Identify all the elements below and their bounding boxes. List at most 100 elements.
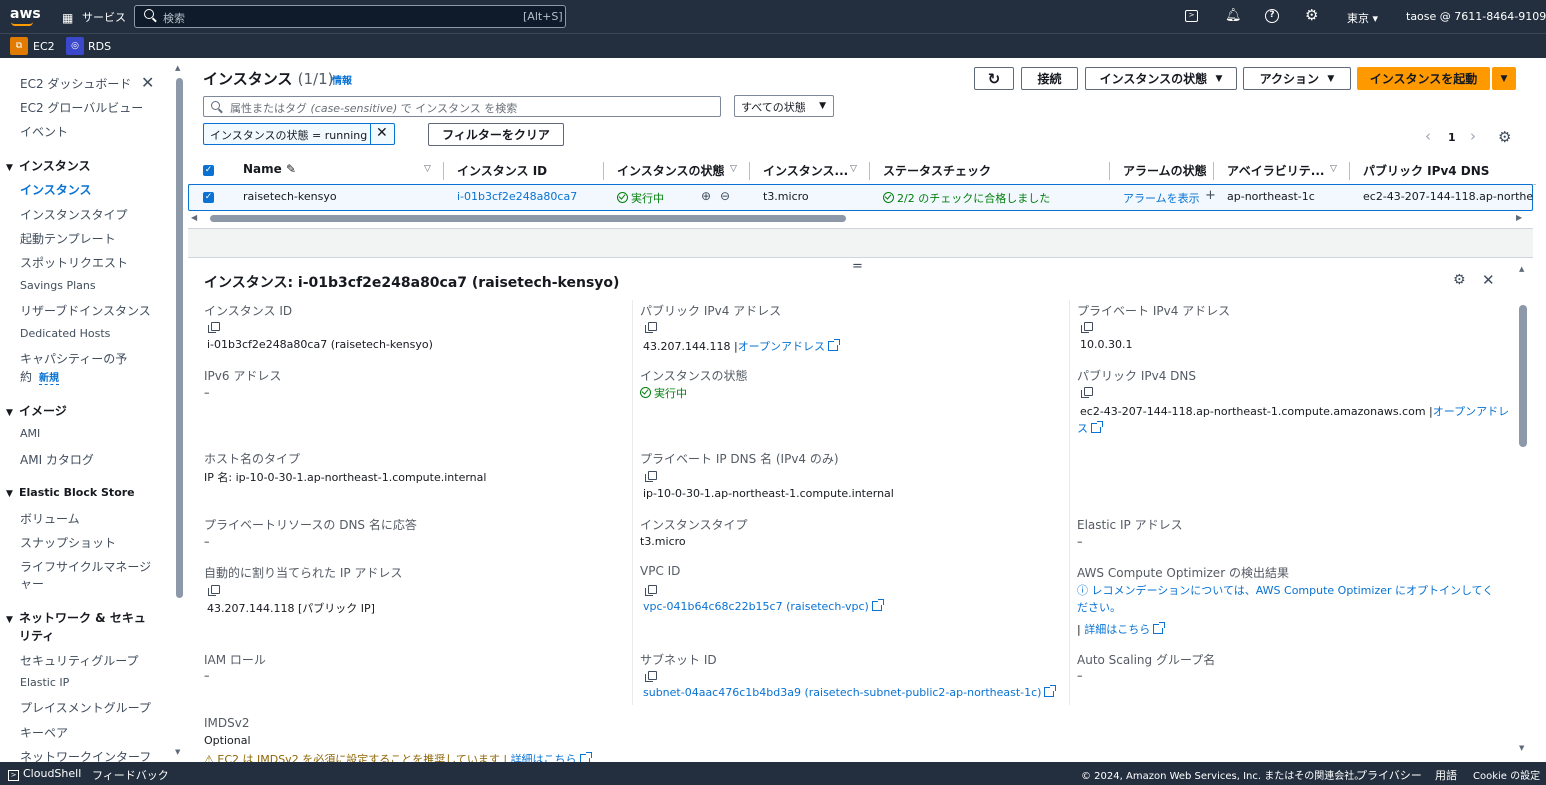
privacy-link[interactable]: プライバシー: [1356, 767, 1422, 783]
sidebar-item-global-view[interactable]: EC2 グローバルビュー: [20, 99, 143, 116]
col-instance-state[interactable]: インスタンスの状態: [617, 162, 725, 179]
sidebar-item-instances[interactable]: インスタンス: [20, 181, 92, 198]
optimizer-learn-more-link[interactable]: 詳細はこちら: [1084, 623, 1150, 636]
sidebar-item-ami[interactable]: AMI: [20, 427, 40, 440]
table-row[interactable]: [188, 184, 1533, 211]
sidebar-scrollbar-thumb[interactable]: [176, 78, 183, 598]
scroll-right-icon[interactable]: ▶: [1516, 213, 1522, 222]
refresh-button[interactable]: ↻: [974, 67, 1014, 90]
sidebar-item-spot-requests[interactable]: スポットリクエスト: [20, 254, 128, 271]
filter-search-input[interactable]: 属性またはタグ (case-sensitive) で インスタンス を検索: [203, 96, 721, 117]
sidebar-section-ebs[interactable]: ▼ Elastic Block Store: [6, 486, 135, 499]
search-input[interactable]: 検索 [Alt+S]: [134, 5, 566, 28]
sidebar-item-dedicated-hosts[interactable]: Dedicated Hosts: [20, 327, 110, 340]
col-instance-id[interactable]: インスタンス ID: [457, 162, 547, 179]
aws-logo[interactable]: aws: [10, 6, 41, 22]
col-divider[interactable]: [749, 162, 750, 180]
sidebar-item-capacity-reservations[interactable]: キャパシティーの予: [20, 350, 127, 367]
open-address-link[interactable]: オープンアドレス: [738, 340, 825, 353]
sidebar-section-network[interactable]: ▼ ネットワーク & セキュ: [6, 609, 146, 626]
sidebar-item-launch-templates[interactable]: 起動テンプレート: [20, 230, 116, 247]
info-link[interactable]: 情報: [332, 72, 352, 87]
sort-icon[interactable]: ▽: [1330, 164, 1337, 174]
col-status-check[interactable]: ステータスチェック: [883, 162, 991, 179]
view-alarms-link[interactable]: アラームを表示: [1123, 190, 1200, 206]
sidebar-item-security-groups[interactable]: セキュリティグループ: [20, 652, 139, 669]
sidebar-section-instances[interactable]: ▼ インスタンス: [6, 157, 91, 174]
cloudshell-icon[interactable]: >: [1185, 10, 1198, 22]
sidebar-item-ami-catalog[interactable]: AMI カタログ: [20, 451, 94, 468]
row-instance-id-link[interactable]: i-01b3cf2e248a80ca7: [457, 190, 577, 203]
scroll-down-icon[interactable]: ▼: [1519, 744, 1524, 752]
services-menu[interactable]: ▦ サービス: [62, 9, 126, 25]
table-horizontal-scrollbar[interactable]: ◀ ▶: [188, 212, 1533, 227]
feedback-link[interactable]: フィードバック: [92, 767, 169, 783]
col-alarm-state[interactable]: アラームの状態: [1123, 162, 1207, 179]
sidebar-item-savings-plans[interactable]: Savings Plans: [20, 279, 96, 292]
row-checkbox[interactable]: ✓: [203, 192, 214, 203]
sidebar-item-dashboard[interactable]: EC2 ダッシュボード: [20, 75, 131, 92]
cookie-settings-link[interactable]: Cookie の設定: [1473, 767, 1540, 782]
sidebar-scrollbar[interactable]: ▲ ▼: [175, 62, 184, 762]
table-settings-icon[interactable]: ⚙: [1498, 128, 1511, 146]
sidebar-section-network-cont[interactable]: リティ: [19, 627, 54, 644]
account-menu[interactable]: taose @ 7611-8464-9109 ▾: [1406, 10, 1546, 23]
sort-icon[interactable]: ▽: [850, 164, 857, 174]
detail-scrollbar-thumb[interactable]: [1519, 305, 1527, 447]
sidebar-item-placement-groups[interactable]: プレイスメントグループ: [20, 699, 151, 716]
sidebar-item-lifecycle-manager-cont[interactable]: ャー: [20, 575, 44, 592]
page-number[interactable]: 1: [1448, 131, 1456, 144]
copy-icon[interactable]: [645, 671, 657, 682]
scroll-up-icon[interactable]: ▲: [1519, 265, 1524, 273]
subnet-link[interactable]: subnet-04aac476c1b4bd3a9 (raisetech-subn…: [643, 686, 1041, 699]
close-icon[interactable]: ✕: [141, 73, 154, 92]
split-panel-handle[interactable]: =: [852, 259, 863, 274]
state-select[interactable]: すべての状態 ▼: [734, 95, 834, 117]
sidebar-section-images[interactable]: ▼ イメージ: [6, 402, 67, 419]
sidebar-item-lifecycle-manager[interactable]: ライフサイクルマネージ: [20, 558, 151, 575]
next-page-icon[interactable]: ›: [1470, 127, 1476, 145]
col-divider[interactable]: [1109, 162, 1110, 180]
bell-icon[interactable]: 🔔︎: [1225, 8, 1242, 23]
copy-icon[interactable]: [208, 585, 220, 596]
connect-button[interactable]: 接続: [1021, 67, 1078, 90]
scroll-left-icon[interactable]: ◀: [191, 213, 197, 222]
sidebar-item-instance-types[interactable]: インスタンスタイプ: [20, 206, 128, 223]
launch-instance-button[interactable]: インスタンスを起動: [1357, 67, 1490, 90]
sidebar-item-key-pairs[interactable]: キーペア: [20, 724, 68, 741]
region-selector[interactable]: 東京 ▾: [1347, 10, 1378, 26]
scroll-down-icon[interactable]: ▼: [175, 748, 180, 756]
col-availability-zone[interactable]: アベイラビリテ...: [1227, 162, 1324, 179]
col-divider[interactable]: [1213, 162, 1214, 180]
sidebar-item-reserved-instances[interactable]: リザーブドインスタンス: [20, 302, 151, 319]
sidebar-item-network-interfaces[interactable]: ネットワークインターフ: [20, 748, 151, 762]
table-scrollbar-thumb[interactable]: [210, 215, 846, 222]
col-divider[interactable]: [869, 162, 870, 180]
col-divider[interactable]: [1349, 162, 1350, 180]
col-instance-type[interactable]: インスタンス...: [763, 162, 848, 179]
select-all-checkbox[interactable]: ✓: [203, 165, 214, 176]
sidebar-item-elastic-ip[interactable]: Elastic IP: [20, 676, 69, 689]
sidebar-item-snapshots[interactable]: スナップショット: [20, 534, 116, 551]
cloudshell-button[interactable]: > CloudShell: [8, 767, 81, 781]
detail-settings-icon[interactable]: ⚙: [1453, 272, 1466, 288]
open-address-link[interactable]: オープンアドレ: [1433, 405, 1509, 418]
help-icon[interactable]: ?: [1265, 9, 1279, 23]
copy-icon[interactable]: [1081, 387, 1093, 398]
copy-icon[interactable]: [208, 322, 220, 333]
zoom-in-icon[interactable]: ⊕: [701, 189, 711, 203]
sidebar-item-volumes[interactable]: ボリューム: [20, 510, 80, 527]
col-public-dns[interactable]: パブリック IPv4 DNS: [1363, 162, 1489, 179]
col-divider[interactable]: [603, 162, 604, 180]
copy-icon[interactable]: [645, 471, 657, 482]
sidebar-item-capacity-reservations-cont[interactable]: 約: [20, 368, 32, 385]
vpc-link[interactable]: vpc-041b64c68c22b15c7 (raisetech-vpc): [643, 600, 869, 613]
filter-token[interactable]: インスタンスの状態 = running ✕: [203, 123, 395, 145]
gear-icon[interactable]: ⚙: [1305, 6, 1318, 24]
clear-filters-button[interactable]: フィルターをクリア: [428, 123, 564, 146]
add-alarm-icon[interactable]: +: [1205, 188, 1216, 203]
favorite-ec2[interactable]: ⧉ EC2: [10, 37, 55, 55]
actions-button[interactable]: アクション ▼: [1243, 67, 1351, 90]
zoom-out-icon[interactable]: ⊖: [720, 189, 730, 203]
close-icon[interactable]: ✕: [376, 125, 388, 141]
